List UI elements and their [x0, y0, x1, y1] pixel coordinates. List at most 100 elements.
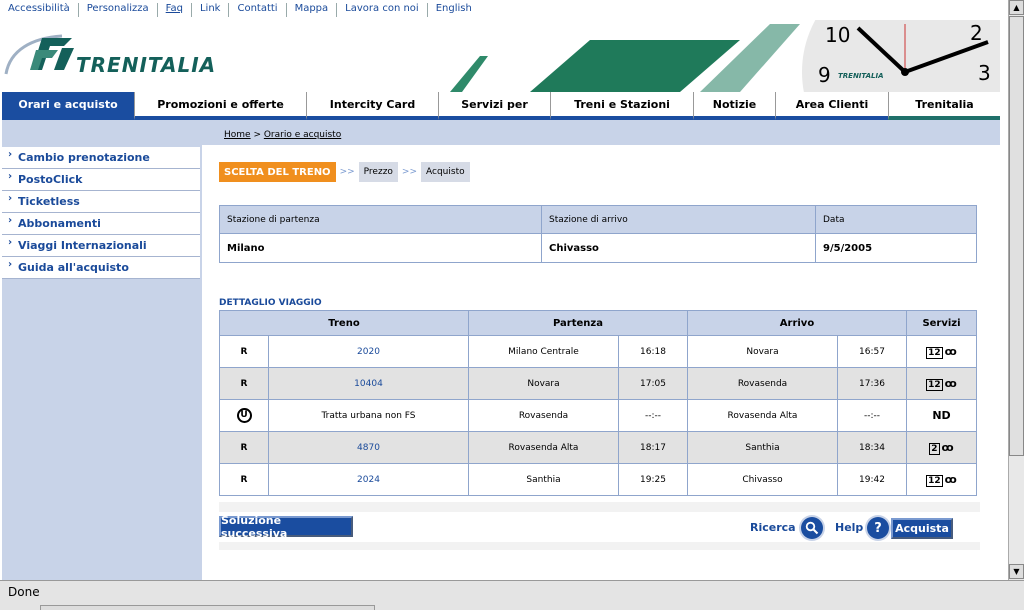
arrival-time: 17:36 — [837, 367, 907, 400]
brand-name: TRENITALIA — [76, 53, 217, 77]
step-arrow: >> — [339, 167, 355, 177]
header-data: Data — [815, 205, 977, 234]
breadcrumb-home[interactable]: Home — [224, 130, 251, 140]
chevron-right-icon: › — [7, 259, 13, 270]
header-treno: Treno — [219, 310, 469, 336]
arrival-time: 19:42 — [837, 463, 907, 496]
link-personalizza[interactable]: Personalizza — [79, 3, 158, 17]
scroll-down-icon[interactable]: ▼ — [1009, 564, 1024, 579]
class-icon: 2 — [929, 442, 940, 455]
status-bar: Done — [0, 580, 1024, 610]
buy-button[interactable]: Acquista — [891, 518, 953, 539]
sidebar-item-ticketless[interactable]: › Ticketless — [2, 191, 200, 213]
train-link[interactable]: 4870 — [268, 431, 469, 464]
sidebar-item-label: Cambio prenotazione — [18, 151, 150, 164]
link-link[interactable]: Link — [192, 3, 230, 17]
link-english[interactable]: English — [428, 3, 480, 17]
chevron-right-icon: › — [7, 215, 13, 226]
sidebar-item-label: Abbonamenti — [18, 217, 101, 230]
link-lavora-con-noi[interactable]: Lavora con noi — [337, 3, 428, 17]
search-icon[interactable] — [801, 517, 823, 539]
main-nav: Orari e acquisto Promozioni e offerte In… — [2, 92, 1000, 120]
nav-area-clienti[interactable]: Area Clienti — [775, 92, 888, 120]
link-contatti[interactable]: Contatti — [229, 3, 287, 17]
vertical-scrollbar[interactable]: ▲ ▼ — [1008, 0, 1024, 580]
arrival-time: 16:57 — [837, 335, 907, 368]
link-mappa[interactable]: Mappa — [287, 3, 338, 17]
step-scelta-del-treno: SCELTA DEL TRENO — [219, 162, 336, 182]
sidebar-item-label: Ticketless — [18, 195, 80, 208]
scroll-up-icon[interactable]: ▲ — [1009, 0, 1024, 15]
sidebar-menu: › Cambio prenotazione › PostoClick › Ticket… — [2, 147, 200, 279]
regional-train-icon: R — [219, 431, 269, 464]
departure-station: Rovasenda Alta — [468, 431, 619, 464]
link-accessibilita[interactable]: Accessibilità — [0, 3, 79, 17]
table-row: R 2020 Milano Centrale 16:18 Novara 16:5… — [219, 335, 977, 368]
train-link[interactable]: 2024 — [268, 463, 469, 496]
nav-orari-e-acquisto[interactable]: Orari e acquisto — [2, 92, 134, 120]
clock-brand: TRENITALIA — [838, 72, 884, 80]
regional-train-icon: R — [219, 367, 269, 400]
arrival-station: Rovasenda — [687, 367, 838, 400]
class-icon: 12 — [926, 474, 943, 487]
arrival-station: Chivasso — [687, 463, 838, 496]
sidebar-item-viaggi-internazionali[interactable]: › Viaggi Internazionali — [2, 235, 200, 257]
class-icon: 12 — [926, 346, 943, 359]
step-arrow: >> — [401, 167, 418, 177]
header-stazione-partenza: Stazione di partenza — [219, 205, 542, 234]
sidebar-item-label: PostoClick — [18, 173, 83, 186]
bike-icon: ꝏ — [941, 440, 954, 454]
horizontal-scrollbar[interactable] — [40, 605, 375, 610]
sidebar-item-label: Viaggi Internazionali — [18, 239, 147, 252]
clock-number-3: 3 — [978, 61, 991, 85]
nav-trenitalia[interactable]: Trenitalia — [888, 92, 1000, 120]
search-link[interactable]: Ricerca — [750, 521, 796, 534]
departure-station: Milano Centrale — [468, 335, 619, 368]
sidebar-item-label: Guida all'acquisto — [18, 261, 129, 274]
urban-transport-icon: U — [219, 399, 269, 432]
scroll-thumb[interactable] — [1009, 16, 1024, 456]
arrival-station: Santhia — [687, 431, 838, 464]
purchase-steps: SCELTA DEL TRENO >> Prezzo >> Acquisto — [219, 162, 470, 182]
arrival-station: Rovasenda Alta — [687, 399, 838, 432]
breadcrumb-current[interactable]: Orario e acquisto — [264, 130, 341, 140]
sidebar-item-cambio-prenotazione[interactable]: › Cambio prenotazione — [2, 147, 200, 169]
table-row: U Tratta urbana non FS Rovasenda --:-- R… — [219, 399, 977, 432]
regional-train-icon: R — [219, 463, 269, 496]
departure-time: 17:05 — [618, 367, 688, 400]
sidebar-item-postoclick[interactable]: › PostoClick — [2, 169, 200, 191]
help-link[interactable]: Help — [835, 521, 863, 534]
chevron-right-icon: › — [7, 193, 13, 204]
nav-servizi-per[interactable]: Servizi per — [438, 92, 550, 120]
nav-intercity-card[interactable]: Intercity Card — [306, 92, 438, 120]
nav-promozioni-e-offerte[interactable]: Promozioni e offerte — [134, 92, 306, 120]
class-icon: 12 — [926, 378, 943, 391]
departure-time: 16:18 — [618, 335, 688, 368]
sidebar-item-guida-all-acquisto[interactable]: › Guida all'acquisto — [2, 257, 200, 279]
table-row: R 2024 Santhia 19:25 Chivasso 19:42 12 ꝏ — [219, 463, 977, 496]
services: ND — [906, 399, 977, 432]
link-faq[interactable]: Faq — [158, 3, 192, 17]
departure-time: 18:17 — [618, 431, 688, 464]
detail-title: DETTAGLIO VIAGGIO — [219, 298, 322, 308]
detail-table: Treno Partenza Arrivo Servizi R 2020 Mil… — [219, 310, 977, 496]
nav-notizie[interactable]: Notizie — [693, 92, 775, 120]
table-row: R 10404 Novara 17:05 Rovasenda 17:36 12 ꝏ — [219, 367, 977, 400]
header-partenza: Partenza — [468, 310, 688, 336]
train-label: Tratta urbana non FS — [268, 399, 469, 432]
train-link[interactable]: 10404 — [268, 367, 469, 400]
breadcrumb: Home > Orario e acquisto — [224, 130, 341, 140]
services: 2ꝏ — [906, 431, 977, 464]
help-icon[interactable]: ? — [867, 517, 889, 539]
bike-icon: ꝏ — [944, 376, 957, 390]
services: 12 ꝏ — [906, 367, 977, 400]
value-stazione-arrivo: Chivasso — [541, 233, 816, 263]
departure-station: Rovasenda — [468, 399, 619, 432]
train-link[interactable]: 2020 — [268, 335, 469, 368]
clock-number-9: 9 — [818, 63, 831, 87]
sidebar-item-abbonamenti[interactable]: › Abbonamenti — [2, 213, 200, 235]
bike-icon: ꝏ — [944, 472, 957, 486]
step-prezzo: Prezzo — [358, 162, 398, 182]
next-solution-button[interactable]: Soluzione successiva — [219, 514, 353, 540]
nav-treni-e-stazioni[interactable]: Treni e Stazioni — [550, 92, 693, 120]
